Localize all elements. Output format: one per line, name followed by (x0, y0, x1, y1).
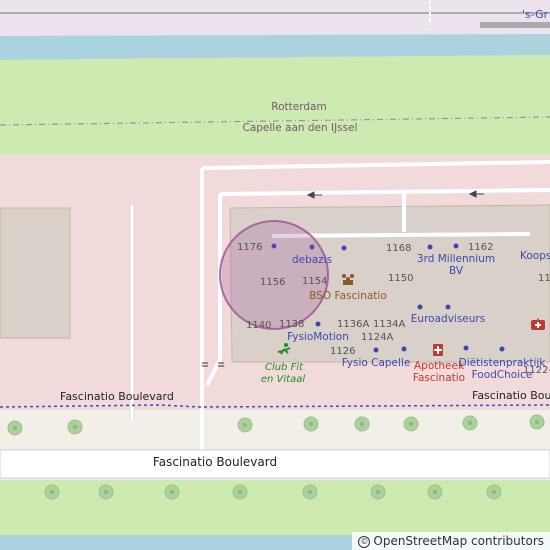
house-number: 1126 (330, 346, 356, 357)
house-number: 1150 (388, 273, 414, 284)
house-number: 1154 (302, 276, 328, 287)
building-left (0, 207, 71, 339)
label-rotterdam: Rotterdam (271, 101, 327, 113)
house-number: 114 (538, 273, 550, 284)
poi-dietistenpraktijk[interactable]: Diëtistenpraktijk (459, 357, 546, 369)
poi-euroadviseurs[interactable]: Euroadviseurs (411, 313, 485, 325)
location-highlight[interactable] (219, 220, 329, 330)
railway-platform (480, 22, 550, 28)
poi-3rd-millennium-bv[interactable]: BV (449, 265, 463, 277)
label-capelle: Capelle aan den IJssel (242, 122, 358, 134)
map-attribution[interactable]: © OpenStreetMap contributors (352, 532, 550, 550)
poi-club-fit-vitaal[interactable]: en Vitaal (261, 374, 305, 385)
poi-fysio-capelle[interactable]: Fysio Capelle (342, 357, 411, 369)
label-street-lower: Fascinatio Boulevard (152, 455, 278, 469)
house-number: 1134A (373, 319, 406, 330)
poi-koops[interactable]: Koops (520, 250, 550, 262)
label-place-top-right: 's-Gr (522, 8, 549, 21)
landuse-top (0, 0, 550, 36)
label-street-upper-right: Fascinatio Boulev (472, 389, 550, 402)
label-street-upper-left: Fascinatio Boulevard (60, 390, 174, 403)
poi-foodchoice[interactable]: FoodChoice (472, 369, 533, 381)
house-number: 1156 (260, 277, 286, 288)
poi-bso-fascinatio[interactable]: BSO Fascinatio (309, 290, 387, 302)
house-number: 1138 (279, 319, 305, 330)
attribution-text[interactable]: OpenStreetMap contributors (373, 534, 544, 548)
house-number: 1176 (237, 242, 263, 253)
poi-apotheek-fascinatio[interactable]: Fascinatio (413, 372, 465, 384)
copyright-icon: © (358, 535, 371, 548)
poi-fysiomotion[interactable]: FysioMotion (287, 331, 349, 343)
house-number: 1162 (468, 242, 494, 253)
poi-apotheek[interactable]: Apotheek (414, 360, 464, 372)
grass-strip-south (0, 480, 550, 535)
house-number: 1168 (386, 243, 412, 254)
house-number: 1124A (361, 332, 394, 343)
house-number: 1136A (337, 319, 370, 330)
poi-3rd-millennium[interactable]: 3rd Millennium (417, 253, 495, 265)
poi-club-fit[interactable]: Club Fit (265, 362, 303, 373)
house-number: 1140 (246, 320, 272, 331)
poi-debazis[interactable]: debazis (292, 254, 332, 266)
pharmacy-icon[interactable] (433, 344, 443, 356)
